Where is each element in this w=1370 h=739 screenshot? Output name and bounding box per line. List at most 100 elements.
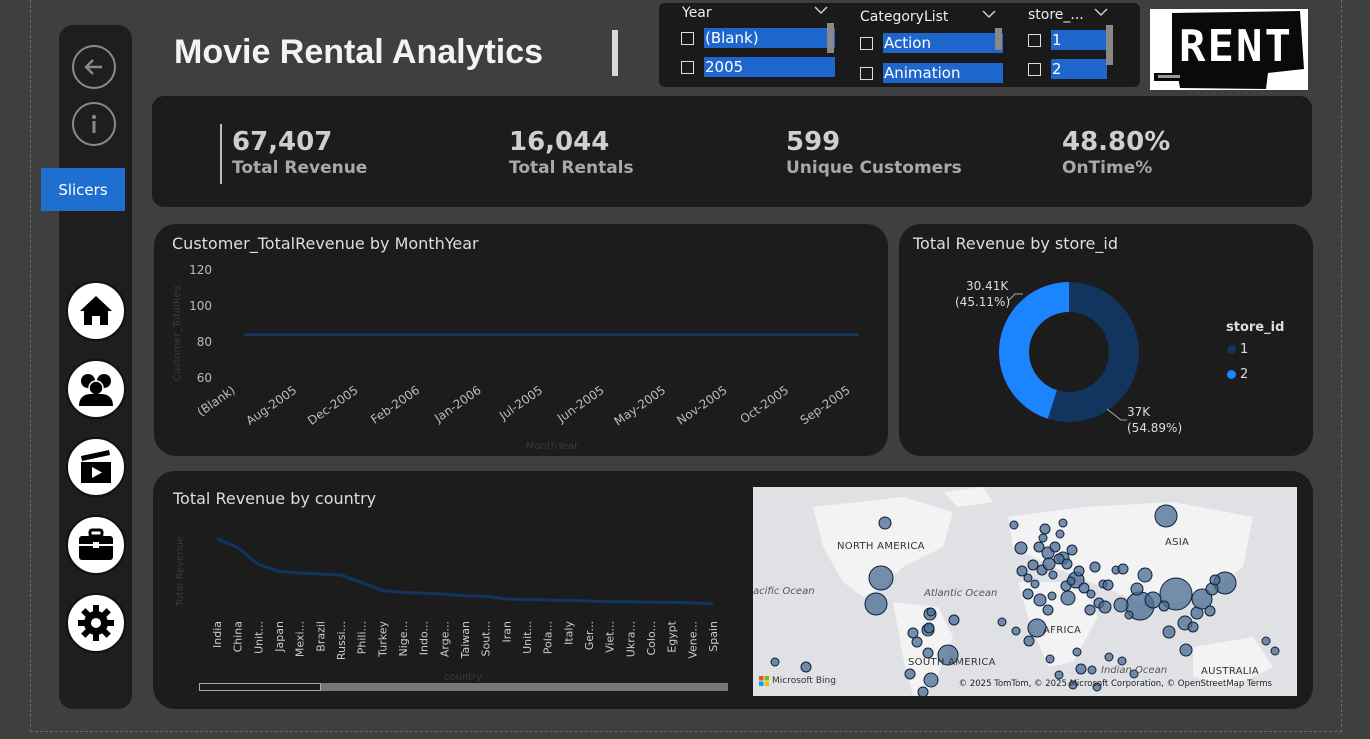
store-option-1[interactable]: 1 <box>1028 30 1107 50</box>
x-tick-label: Feb-2006 <box>368 383 422 427</box>
category-slicer-scrollbar[interactable] <box>995 28 1002 50</box>
x-tick-label: Brazil <box>314 621 327 652</box>
map-bubble <box>997 617 1007 627</box>
checkbox[interactable] <box>681 60 694 74</box>
microsoft-logo-icon <box>759 676 769 686</box>
home-icon[interactable] <box>66 281 126 341</box>
map-bubble <box>1011 626 1021 636</box>
map-bubble <box>1023 635 1035 647</box>
legend-item-store-1[interactable]: 1 <box>1227 342 1248 357</box>
year-slicer-header[interactable]: Year <box>682 5 712 21</box>
data-label-pct: (45.11%) <box>955 295 1010 309</box>
category-option-animation[interactable]: Animation <box>860 63 1003 83</box>
map-canvas[interactable] <box>753 487 1297 696</box>
map-bubble <box>1030 579 1040 589</box>
legend-item-store-2[interactable]: 2 <box>1227 367 1248 382</box>
data-label-pct: (54.89%) <box>1127 421 1182 435</box>
map-bubble <box>1060 590 1076 606</box>
map-bubble <box>1179 643 1193 657</box>
store-slicer-header[interactable]: store_... <box>1028 7 1084 23</box>
customers-icon[interactable] <box>66 359 126 419</box>
x-tick-label: Mexi... <box>294 621 307 657</box>
kpi-value: 16,044 <box>509 127 610 157</box>
legend-dot <box>1227 370 1236 379</box>
legend-dot <box>1227 345 1236 354</box>
map-bubble <box>926 607 936 617</box>
slicers-button[interactable]: Slicers <box>41 168 125 211</box>
map-bubble <box>1014 541 1028 555</box>
x-tick-label: Jul-2005 <box>496 383 545 423</box>
map-bubble <box>800 661 812 673</box>
map-bubble <box>1087 665 1097 675</box>
category-option-action[interactable]: Action <box>860 33 1003 53</box>
map-bubble <box>1204 605 1216 617</box>
y-axis-label: Total Revenue <box>175 536 186 607</box>
info-icon[interactable] <box>72 102 116 146</box>
store-donut-chart-card[interactable]: Total Revenue by store_id 37K (54.89%) 30.… <box>899 224 1313 456</box>
kpi-label: Total Rentals <box>509 158 634 178</box>
map-bubble <box>1261 636 1271 646</box>
checkbox[interactable] <box>860 66 873 80</box>
map-label-pacific-ocean: acific Ocean <box>753 586 815 597</box>
year-option-blank[interactable]: (Blank) <box>681 28 835 48</box>
store-donut-chart[interactable]: 37K (54.89%) 30.41K (45.11%) <box>899 224 1313 456</box>
settings-gear-icon[interactable] <box>66 593 126 653</box>
map-label-south-america: SOUTH AMERICA <box>908 657 996 668</box>
map-bubble <box>1137 567 1153 583</box>
map-bubble <box>878 516 892 530</box>
year-slicer-scrollbar[interactable] <box>827 23 834 53</box>
year-option-2005[interactable]: 2005 <box>681 57 835 77</box>
title-divider <box>612 30 618 76</box>
checkbox[interactable] <box>1028 33 1041 47</box>
legend-title: store_id <box>1226 320 1285 335</box>
chevron-down-icon[interactable] <box>982 8 996 22</box>
map-bubble <box>917 686 929 696</box>
x-tick-label: (Blank) <box>195 383 238 419</box>
map-bubble <box>1158 600 1170 612</box>
map-label-asia: ASIA <box>1165 537 1190 548</box>
store-option-2[interactable]: 2 <box>1028 59 1107 79</box>
checkbox[interactable] <box>860 36 873 50</box>
x-tick-label: Japan <box>273 621 286 653</box>
x-tick-label: Unit... <box>521 621 534 654</box>
kpi-label: OnTime% <box>1062 158 1153 178</box>
x-tick-label: Turkey <box>376 621 389 658</box>
x-tick-label: Ger... <box>583 621 596 650</box>
checkbox[interactable] <box>1028 62 1041 76</box>
map-bubble <box>1187 621 1199 633</box>
checkbox[interactable] <box>681 31 694 45</box>
map-label-atlantic-ocean: Atlantic Ocean <box>924 588 998 599</box>
country-bubble-map[interactable]: NORTH AMERICA ASIA AFRICA SOUTH AMERICA … <box>753 487 1297 696</box>
briefcase-icon[interactable] <box>66 515 126 575</box>
kpi-ontime-pct: 48.80% OnTime% <box>1062 126 1170 178</box>
country-line-chart[interactable]: Total Revenue India China Unit... Japan Mexi.… <box>153 471 753 709</box>
y-tick-label: 120 <box>189 263 212 277</box>
map-bubble <box>770 657 780 667</box>
kpi-label: Unique Customers <box>786 158 962 178</box>
map-attribution[interactable]: © 2025 TomTom, © 2025 Microsoft Corporat… <box>959 679 1272 689</box>
back-arrow-icon[interactable] <box>72 45 116 89</box>
map-bubble <box>904 668 916 680</box>
data-label-value: 37K <box>1127 405 1151 419</box>
kpi-divider <box>220 124 222 184</box>
chevron-down-icon[interactable] <box>1094 6 1108 20</box>
x-tick-label: Unit... <box>252 621 265 654</box>
monthyear-line-chart-card[interactable]: Customer_TotalRevenue by MonthYear 120 10… <box>154 224 888 456</box>
map-label-africa: AFRICA <box>1043 625 1082 636</box>
scrollbar-thumb[interactable] <box>199 683 321 691</box>
x-tick-label: Nige... <box>397 621 410 657</box>
monthyear-line-chart[interactable]: 120 100 80 60 Customer_TotalRev... (Blank) Aug… <box>154 224 888 456</box>
kpi-value: 48.80% <box>1062 127 1171 157</box>
store-slicer-scrollbar[interactable] <box>1106 25 1113 65</box>
chart-horizontal-scrollbar[interactable] <box>199 683 728 691</box>
map-bubble <box>1072 647 1082 657</box>
x-tick-label: Dec-2005 <box>305 383 361 428</box>
film-clapper-icon[interactable] <box>66 437 126 497</box>
map-label-north-america: NORTH AMERICA <box>837 541 925 552</box>
category-slicer-header[interactable]: CategoryList <box>860 9 948 25</box>
chevron-down-icon[interactable] <box>814 4 828 18</box>
x-tick-label: Oct-2005 <box>738 383 792 426</box>
map-bubble <box>1049 541 1061 553</box>
map-bubble <box>1089 561 1101 573</box>
y-tick-label: 100 <box>189 299 212 313</box>
